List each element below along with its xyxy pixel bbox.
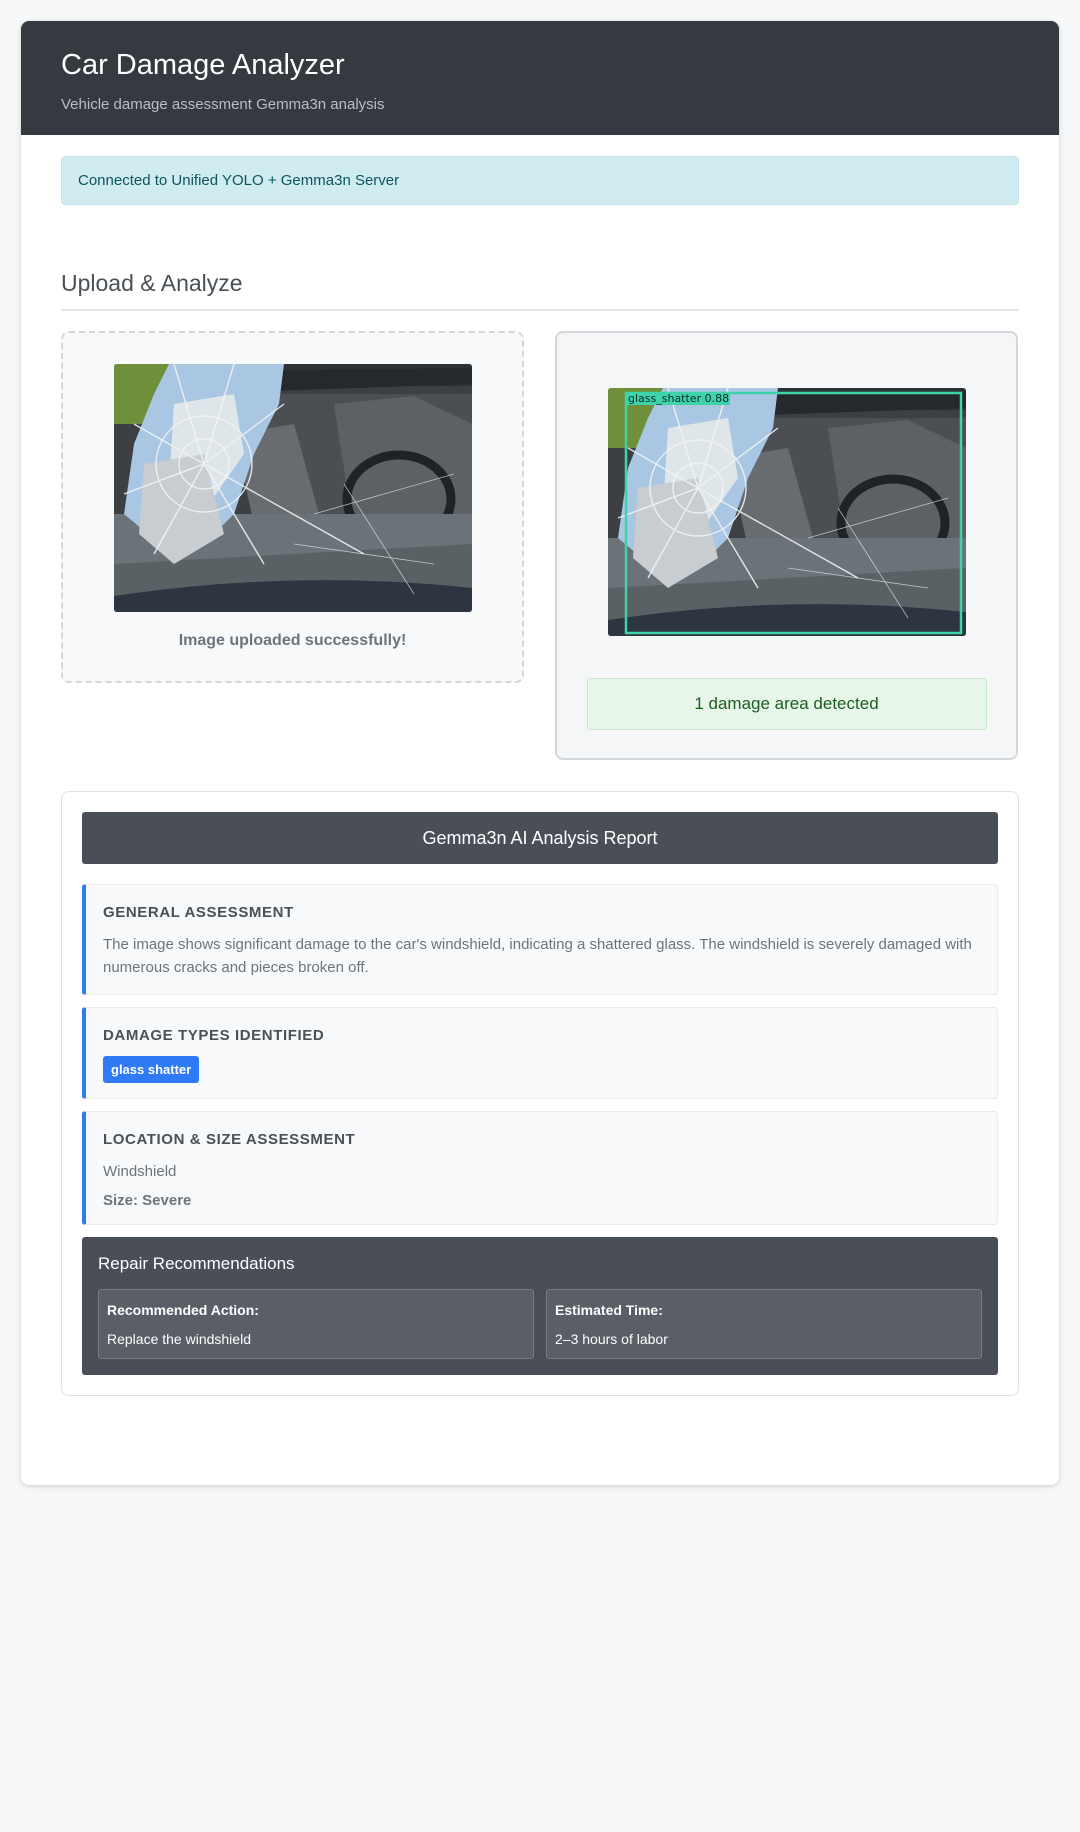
general-assessment-title: GENERAL ASSESSMENT bbox=[103, 904, 294, 921]
analysis-report: Gemma3n AI Analysis Report GENERAL ASSES… bbox=[61, 791, 1019, 1396]
upload-dropzone[interactable]: Image uploaded successfully! bbox=[61, 331, 524, 683]
detection-result-panel: glass_shatter 0.88 1 damage area detecte… bbox=[555, 331, 1018, 760]
repair-grid: Recommended Action: Replace the windshie… bbox=[98, 1289, 982, 1359]
damage-size: Size: Severe bbox=[103, 1192, 192, 1209]
repair-recommendations: Repair Recommendations Recommended Actio… bbox=[82, 1237, 998, 1375]
annotated-car-image: glass_shatter 0.88 bbox=[608, 388, 966, 636]
location-size-section: LOCATION & SIZE ASSESSMENT Windshield Si… bbox=[82, 1111, 998, 1225]
connection-status-alert: Connected to Unified YOLO + Gemma3n Serv… bbox=[61, 156, 1019, 205]
location-size-title: LOCATION & SIZE ASSESSMENT bbox=[103, 1131, 356, 1148]
report-title: Gemma3n AI Analysis Report bbox=[82, 812, 998, 864]
recommended-action-value: Replace the windshield bbox=[107, 1331, 251, 1347]
uploaded-car-image bbox=[114, 364, 472, 612]
upload-panels: Image uploaded successfully! glass_shatt… bbox=[61, 331, 1019, 760]
estimated-time-label: Estimated Time: bbox=[555, 1302, 663, 1318]
general-assessment-text: The image shows significant damage to th… bbox=[103, 936, 972, 976]
app-header: Car Damage Analyzer Vehicle damage asses… bbox=[21, 21, 1059, 135]
upload-status-text: Image uploaded successfully! bbox=[178, 632, 407, 649]
damage-types-section: DAMAGE TYPES IDENTIFIED glass shatter bbox=[82, 1007, 998, 1099]
recommended-action-card: Recommended Action: Replace the windshie… bbox=[98, 1289, 534, 1359]
estimated-time-card: Estimated Time: 2–3 hours of labor bbox=[546, 1289, 982, 1359]
recommended-action-label: Recommended Action: bbox=[107, 1302, 259, 1318]
estimated-time-value: 2–3 hours of labor bbox=[555, 1331, 668, 1347]
app-subtitle: Vehicle damage assessment Gemma3n analys… bbox=[61, 96, 385, 113]
detection-label: glass_shatter 0.88 bbox=[628, 392, 729, 405]
main-content: Connected to Unified YOLO + Gemma3n Serv… bbox=[21, 156, 1059, 1396]
damage-types-title: DAMAGE TYPES IDENTIFIED bbox=[103, 1027, 325, 1044]
damage-type-tag: glass shatter bbox=[103, 1056, 200, 1083]
detection-summary: 1 damage area detected bbox=[586, 678, 987, 730]
app-card: Car Damage Analyzer Vehicle damage asses… bbox=[21, 21, 1059, 1485]
upload-section-title: Upload & Analyze bbox=[61, 269, 1019, 311]
app-title: Car Damage Analyzer bbox=[61, 49, 345, 81]
general-assessment-section: GENERAL ASSESSMENT The image shows signi… bbox=[82, 884, 998, 995]
damage-location: Windshield bbox=[103, 1163, 177, 1180]
repair-title: Repair Recommendations bbox=[98, 1254, 295, 1273]
